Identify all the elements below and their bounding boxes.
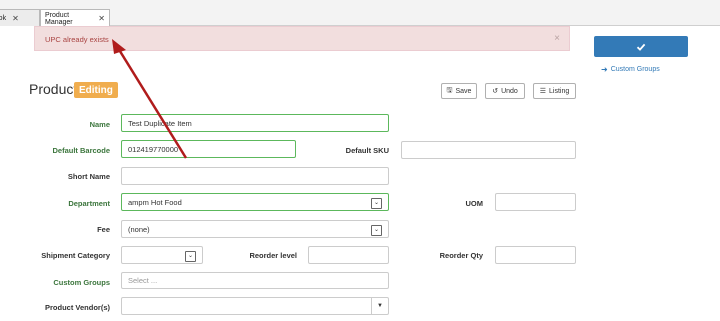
annotation-arrow: [112, 39, 188, 159]
annotation-arrow-shaft: [116, 47, 188, 159]
annotation-arrow-head: [112, 39, 126, 54]
